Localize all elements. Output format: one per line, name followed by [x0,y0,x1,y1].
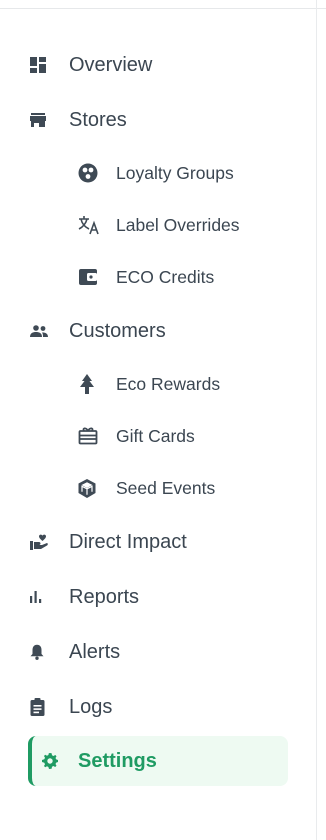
cube-icon [78,477,104,499]
nav-eco-rewards-label: Eco Rewards [116,373,221,394]
nav-seed-events[interactable]: Seed Events [78,469,215,507]
hand-heart-icon [30,531,56,553]
nav-stores-label: Stores [69,108,127,131]
nav-settings[interactable]: Settings [28,736,288,786]
nav-seed-events-label: Seed Events [116,477,216,498]
store-icon [30,109,56,131]
nav-loyalty-groups-label: Loyalty Groups [116,162,234,183]
nav-gift-cards-label: Gift Cards [116,425,195,446]
bell-icon [30,641,56,663]
nav-eco-credits[interactable]: ECO Credits [78,258,214,296]
nav-alerts[interactable]: Alerts [30,631,120,673]
sidebar-divider [316,0,317,840]
top-border [0,0,326,9]
nav-eco-rewards[interactable]: Eco Rewards [78,365,220,403]
bar-chart-icon [30,586,56,608]
nav-direct-impact[interactable]: Direct Impact [30,521,187,563]
people-icon [30,320,56,342]
nav-overview-label: Overview [69,53,153,76]
nav-label-overrides-label: Label Overrides [116,214,240,235]
nav-alerts-label: Alerts [69,640,121,663]
wallet-icon [78,266,104,288]
nav-logs-label: Logs [69,695,113,718]
groups-circle-icon [78,162,104,184]
nav-eco-credits-label: ECO Credits [116,266,215,287]
gift-card-icon [78,425,104,447]
translate-icon [78,214,104,236]
tree-icon [78,373,104,395]
nav-logs[interactable]: Logs [30,686,112,728]
nav-customers-label: Customers [69,319,166,342]
nav-reports[interactable]: Reports [30,576,139,618]
nav-gift-cards[interactable]: Gift Cards [78,417,195,455]
dashboard-icon [30,54,56,76]
nav-loyalty-groups[interactable]: Loyalty Groups [78,154,234,192]
nav-overview[interactable]: Overview [30,44,152,86]
gear-icon [42,750,68,772]
nav-reports-label: Reports [69,585,140,608]
clipboard-icon [30,696,56,718]
nav-customers[interactable]: Customers [30,310,166,352]
nav-label-overrides[interactable]: Label Overrides [78,206,240,244]
nav-stores[interactable]: Stores [30,99,127,141]
nav-settings-label: Settings [78,749,157,772]
nav-direct-impact-label: Direct Impact [69,530,187,553]
